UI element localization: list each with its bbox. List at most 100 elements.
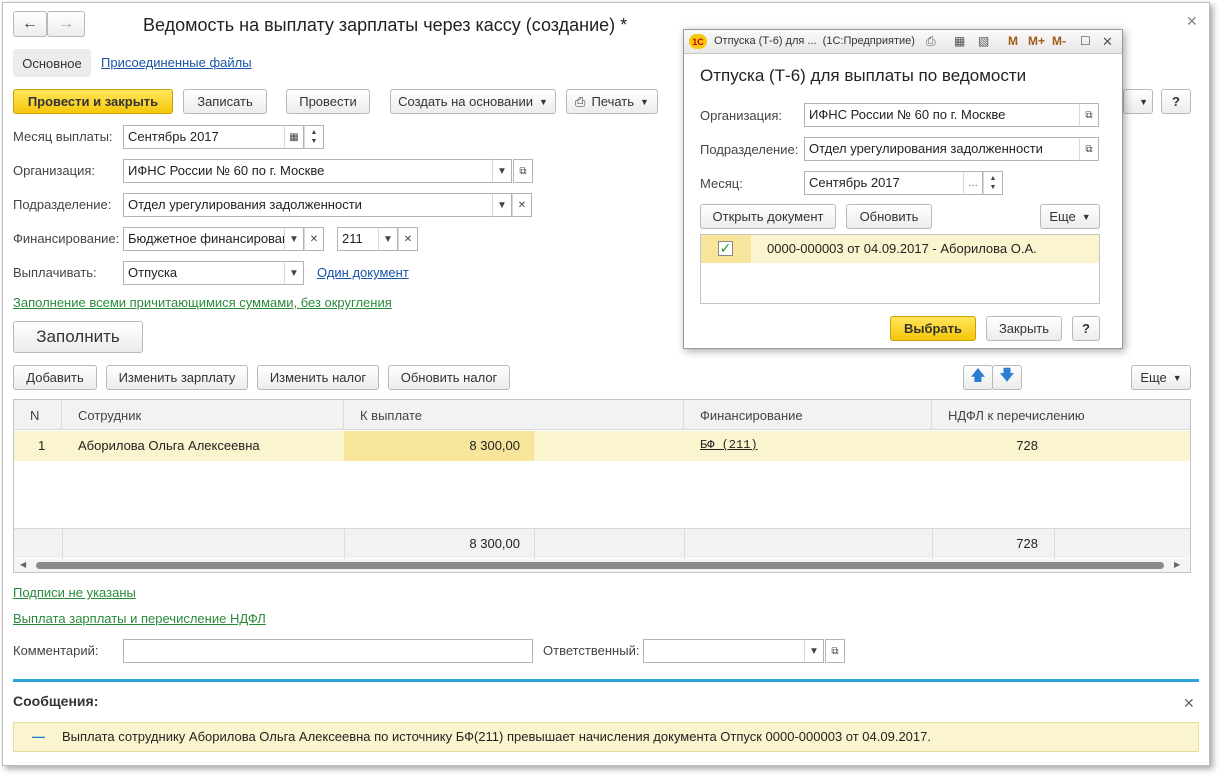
select-button[interactable]: Выбрать	[890, 316, 976, 341]
row-employee: Аборилова Ольга Алексеевна	[78, 438, 260, 453]
dept-input[interactable]: Отдел урегулирования задолженности	[123, 193, 493, 217]
message-item[interactable]: — Выплата сотруднику Аборилова Ольга Але…	[13, 722, 1199, 752]
popup-org-input[interactable]: ИФНС России № 60 по г. Москве	[804, 103, 1080, 127]
pay-dropdown-button[interactable]: ▼	[284, 261, 304, 285]
row-financing[interactable]: БФ (211)	[700, 438, 758, 452]
one-document-link[interactable]: Один документ	[317, 265, 409, 280]
close-icon[interactable]: ✕	[1186, 13, 1198, 30]
comment-input[interactable]	[123, 639, 533, 663]
financing-dropdown-button[interactable]: ▼	[284, 227, 304, 251]
fill-button[interactable]: Заполнить	[13, 321, 143, 353]
responsible-dropdown-button[interactable]: ▼	[804, 639, 824, 663]
payment-link[interactable]: Выплата зарплаты и перечисление НДФЛ	[13, 611, 266, 626]
post-and-close-button[interactable]: Провести и закрыть	[13, 89, 173, 114]
scroll-left-icon[interactable]: ◀	[20, 560, 26, 569]
responsible-input[interactable]	[643, 639, 805, 663]
dept-clear-icon[interactable]: ✕	[512, 193, 532, 217]
print-button[interactable]: ⎙ Печать ▼	[566, 89, 658, 114]
financing-code-clear-icon[interactable]: ✕	[398, 227, 418, 251]
table-row[interactable]: 1 Аборилова Ольга Алексеевна 8 300,00 БФ…	[14, 431, 1190, 461]
month-input[interactable]: Сентябрь 2017	[123, 125, 285, 149]
popup-month-stepper[interactable]: ▲ ▼	[983, 171, 1003, 195]
row-amount: 8 300,00	[469, 438, 520, 453]
chevron-down-icon: ▼	[538, 96, 548, 107]
popup-dept-open-icon[interactable]: ⧉	[1079, 137, 1099, 161]
popup-close-button[interactable]: Закрыть	[986, 316, 1062, 341]
change-salary-button[interactable]: Изменить зарплату	[106, 365, 248, 390]
refresh-button[interactable]: Обновить	[846, 204, 932, 229]
list-item[interactable]: ✓ 0000-000003 от 04.09.2017 - Аборилова …	[701, 235, 1099, 263]
post-button[interactable]: Провести	[286, 89, 370, 114]
org-input[interactable]: ИФНС России № 60 по г. Москве	[123, 159, 493, 183]
tab-main[interactable]: Основное	[13, 49, 91, 77]
total-amount: 8 300,00	[469, 536, 520, 551]
maximize-icon[interactable]: ☐	[1080, 34, 1091, 48]
checkbox-cell[interactable]: ✓	[701, 235, 751, 263]
move-down-button[interactable]: 🡇	[992, 365, 1022, 390]
calendar-icon[interactable]: ▦	[284, 125, 304, 149]
forward-button[interactable]: →	[47, 11, 85, 37]
signatures-link[interactable]: Подписи не указаны	[13, 585, 136, 600]
more-actions-button[interactable]: ▼	[1123, 89, 1153, 114]
dept-label: Подразделение:	[13, 197, 112, 212]
table-more-label: Еще	[1140, 370, 1167, 385]
col-header-employee[interactable]: Сотрудник	[62, 400, 344, 430]
popup-org-open-icon[interactable]: ⧉	[1079, 103, 1099, 127]
table-more-button[interactable]: Еще ▼	[1131, 365, 1191, 390]
popup-org-label: Организация:	[700, 108, 783, 123]
row-n: 1	[38, 438, 46, 453]
open-document-button[interactable]: Открыть документ	[700, 204, 836, 229]
popup-dept-input[interactable]: Отдел урегулирования задолженности	[804, 137, 1080, 161]
org-open-icon[interactable]: ⧉	[513, 159, 533, 183]
messages-close-icon[interactable]: ✕	[1183, 695, 1195, 712]
calculator-icon[interactable]: ▦	[954, 34, 965, 48]
financing-clear-icon[interactable]: ✕	[304, 227, 324, 251]
popup-more-button[interactable]: Еще ▼	[1040, 204, 1100, 229]
move-up-button[interactable]: 🡅	[963, 365, 993, 390]
popup-list: ✓ 0000-000003 от 04.09.2017 - Аборилова …	[700, 234, 1100, 304]
memory-minus-icon[interactable]: M-	[1052, 34, 1066, 48]
print-preview-icon[interactable]: ⎙	[926, 34, 936, 49]
financing-code-dropdown-button[interactable]: ▼	[378, 227, 398, 251]
col-header-ndfl[interactable]: НДФЛ к перечислению	[932, 400, 1190, 430]
checkbox-checked-icon[interactable]: ✓	[718, 241, 733, 256]
help-button[interactable]: ?	[1161, 89, 1191, 114]
tab-attached-files[interactable]: Присоединенные файлы	[101, 55, 252, 70]
month-stepper[interactable]: ▲ ▼	[304, 125, 324, 149]
add-button[interactable]: Добавить	[13, 365, 97, 390]
memory-icon[interactable]: M	[1008, 34, 1018, 48]
financing-input[interactable]: Бюджетное финансировані	[123, 227, 285, 251]
financing-label: Финансирование:	[13, 231, 120, 246]
popup-month-label: Месяц:	[700, 176, 743, 191]
popup-close-icon[interactable]: ✕	[1102, 34, 1113, 50]
col-header-amount[interactable]: К выплате	[344, 400, 684, 430]
scroll-thumb[interactable]	[36, 562, 1164, 569]
scroll-right-icon[interactable]: ▶	[1174, 560, 1180, 569]
fill-mode-link[interactable]: Заполнение всеми причитающимися суммами,…	[13, 295, 392, 310]
pay-label: Выплачивать:	[13, 265, 97, 280]
popup-month-select-button[interactable]: …	[963, 171, 983, 195]
printer-icon: ⎙	[575, 93, 586, 109]
calendar-icon[interactable]: ▧	[978, 34, 989, 48]
financing-code-input[interactable]: 211	[337, 227, 379, 251]
dept-dropdown-button[interactable]: ▼	[492, 193, 512, 217]
pay-input[interactable]: Отпуска	[123, 261, 285, 285]
row-ndfl: 728	[1016, 438, 1038, 453]
change-tax-button[interactable]: Изменить налог	[257, 365, 379, 390]
popup-help-button[interactable]: ?	[1072, 316, 1100, 341]
update-tax-button[interactable]: Обновить налог	[388, 365, 510, 390]
horizontal-scrollbar[interactable]: ◀ ▶	[14, 559, 1190, 572]
list-item-label: 0000-000003 от 04.09.2017 - Аборилова О.…	[767, 241, 1037, 256]
back-button[interactable]: ←	[13, 11, 47, 37]
messages-title: Сообщения:	[13, 693, 99, 709]
responsible-open-icon[interactable]: ⧉	[825, 639, 845, 663]
chevron-down-icon: ▼	[640, 96, 649, 107]
memory-plus-icon[interactable]: M+	[1028, 34, 1045, 48]
col-header-financing[interactable]: Финансирование	[684, 400, 932, 430]
popup-month-input[interactable]: Сентябрь 2017	[804, 171, 964, 195]
create-based-button[interactable]: Создать на основании ▼	[390, 89, 556, 114]
responsible-label: Ответственный:	[543, 643, 640, 658]
org-dropdown-button[interactable]: ▼	[492, 159, 512, 183]
save-button[interactable]: Записать	[183, 89, 267, 114]
col-header-n[interactable]: N	[14, 400, 62, 430]
